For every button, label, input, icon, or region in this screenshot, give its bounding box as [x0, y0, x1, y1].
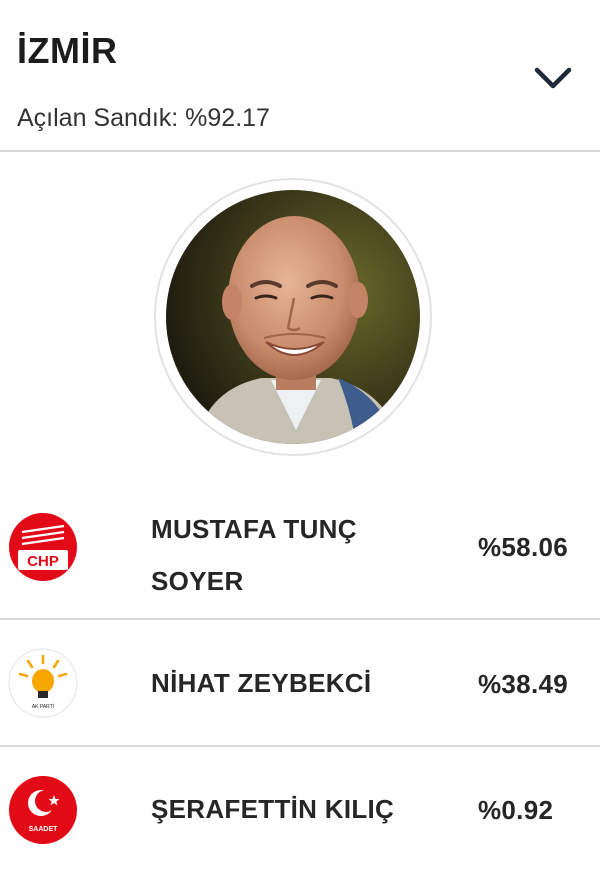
candidate-photo — [166, 190, 420, 444]
candidate-row[interactable]: SAADET ŞERAFETTİN KILIÇ %0.92 — [0, 747, 600, 884]
chevron-down-icon[interactable] — [528, 60, 578, 96]
city-header: İZMİR Açılan Sandık: %92.17 — [0, 0, 600, 152]
candidate-vote-percentage: %58.06 — [478, 532, 568, 562]
svg-text:AK PARTİ: AK PARTİ — [32, 703, 54, 710]
candidate-photo-frame — [154, 178, 432, 456]
candidate-name: NİHAT ZEYBEKCİ — [151, 668, 372, 698]
ak-parti-logo: AK PARTİ — [8, 648, 78, 718]
candidate-row[interactable]: AK PARTİ NİHAT ZEYBEKCİ %38.49 — [0, 620, 600, 747]
candidate-row[interactable]: CHP MUSTAFA TUNÇ SOYER %58.06 — [0, 490, 600, 620]
candidate-vote-percentage: %0.92 — [478, 795, 554, 825]
chp-party-logo: CHP — [8, 512, 78, 582]
svg-text:SAADET: SAADET — [29, 826, 59, 833]
candidate-name: ŞERAFETTİN KILIÇ — [151, 794, 395, 824]
candidate-name: MUSTAFA TUNÇ SOYER — [151, 514, 357, 596]
svg-text:CHP: CHP — [27, 553, 59, 570]
saadet-party-logo: SAADET — [8, 775, 78, 845]
candidate-vote-percentage: %38.49 — [478, 669, 568, 699]
city-title: İZMİR — [17, 30, 118, 71]
opened-ballot-percentage: Açılan Sandık: %92.17 — [17, 104, 270, 132]
